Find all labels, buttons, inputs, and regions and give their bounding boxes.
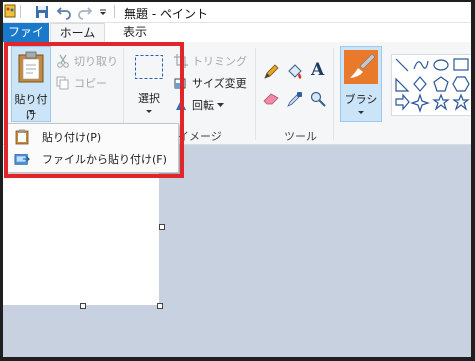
copy-button[interactable]: コピー [55,74,107,92]
paste-from-file-icon [14,151,30,167]
redo-icon[interactable] [77,3,93,21]
menu-item-paste-label: 貼り付け(P) [42,131,102,144]
diamond-shape-icon [413,76,427,92]
cut-label: 切り取り [74,55,118,68]
eraser-icon[interactable] [263,92,279,106]
tab-file[interactable]: ファイル [3,23,49,58]
triangle-shape-icon [395,77,410,92]
magnifier-icon[interactable] [310,91,326,107]
star4-shape-icon [410,93,430,113]
pentagon-shape-icon [433,76,449,92]
brush-button[interactable]: ブラシ [340,46,382,122]
hexagon-shape-icon [452,76,470,92]
crop-button[interactable]: トリミング [173,52,247,70]
rectangle-shape-icon [453,58,469,71]
scissors-icon [55,53,71,69]
paste-label: 貼り付け [14,93,48,122]
undo-icon[interactable] [56,3,72,21]
paste-button[interactable]: 貼り付け [11,46,51,122]
clipboard-icon [18,51,44,83]
star6-shape-icon [452,93,470,111]
resize-handle-bottom[interactable] [80,303,86,309]
crop-icon [173,53,189,69]
resize-button[interactable]: サイズ変更 [173,74,247,92]
color-picker-icon[interactable] [287,91,303,107]
tab-home[interactable]: ホーム [50,23,105,42]
oval-shape-icon [433,59,449,71]
arrow-shape-icon [395,93,410,111]
resize-handle-right[interactable] [159,224,165,230]
rotate-button[interactable]: 回転 [173,96,224,114]
select-label: 選択 [138,92,160,105]
crop-label: トリミング [192,55,247,68]
paint-window: 無題 - ペイント ファイル ホーム 表示 貼り付け [3,2,471,357]
select-rectangle-icon [135,55,163,79]
resize-icon [173,75,189,91]
star5-shape-icon [432,93,450,111]
title-separator-2 [114,5,115,18]
clipboard-icon [14,129,30,145]
chevron-down-icon [28,110,34,113]
customize-quick-access-icon[interactable] [98,3,108,21]
paint-app-icon[interactable] [4,4,16,18]
menu-item-paste-from-file-label: ファイルから貼り付け(F) [42,153,167,166]
shapes-gallery-icons [395,58,470,113]
title-separator [20,5,21,18]
text-icon[interactable]: A [311,60,324,80]
save-icon[interactable] [34,3,50,21]
chevron-down-icon [358,111,364,114]
brush-label: ブラシ [344,93,378,106]
shapes-gallery[interactable] [391,54,471,116]
fill-icon[interactable] [286,64,304,80]
tools-group-label: ツール [284,130,317,143]
paste-dropdown-menu: 貼り付け(P) ファイルから貼り付け(F) [6,123,179,173]
rotate-icon [173,97,189,113]
line-shape-icon [395,58,409,72]
ribbon-separator [333,48,334,140]
rotate-label: 回転 [192,99,214,112]
copy-label: コピー [74,77,107,90]
ribbon-tabs: ファイル ホーム 表示 [3,23,471,58]
menu-item-paste-from-file[interactable]: ファイルから貼り付け(F) [8,148,177,170]
chevron-down-icon [146,110,152,113]
resize-handle-corner[interactable] [157,303,163,309]
resize-label: サイズ変更 [192,77,247,90]
ribbon-separator [255,48,256,140]
pencil-icon[interactable] [263,64,279,80]
image-group-label: イメージ [178,130,222,143]
chevron-down-icon [217,102,224,107]
cut-button[interactable]: 切り取り [55,52,118,70]
title-bar: 無題 - ペイント [3,2,471,23]
menu-item-paste[interactable]: 貼り付け(P) [8,126,177,148]
tab-view[interactable]: 表示 [115,23,155,42]
brush-icon [344,50,378,84]
curve-shape-icon [413,60,429,70]
window-title: 無題 - ペイント [124,7,208,21]
copy-icon [55,75,71,91]
select-button[interactable]: 選択 [131,46,167,122]
